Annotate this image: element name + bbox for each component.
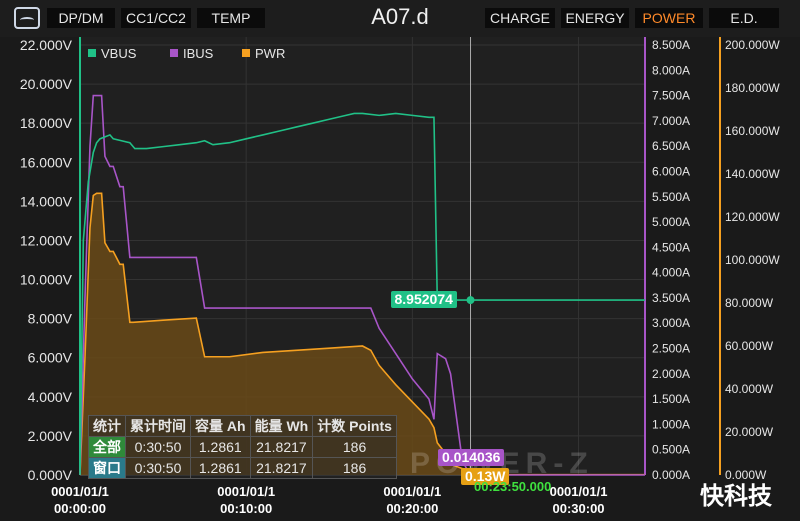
y-mid-tick-label: 7.500A bbox=[652, 89, 690, 103]
y-mid-tick-label: 1.000A bbox=[652, 417, 690, 431]
y-mid-tick-label: 1.500A bbox=[652, 392, 690, 406]
x-tick-label: 0001/01/1 bbox=[217, 484, 275, 499]
y-left-tick-label: 14.000V bbox=[20, 193, 73, 209]
y-right-tick-label: 100.000W bbox=[725, 253, 780, 267]
y-left-tick-label: 8.000V bbox=[28, 311, 73, 327]
stats-header: 能量 Wh bbox=[249, 415, 314, 437]
legend-swatch bbox=[88, 49, 96, 57]
stats-header: 累计时间 bbox=[125, 415, 191, 437]
y-left-tick-label: 2.000V bbox=[28, 428, 73, 444]
y-right-tick-label: 80.000W bbox=[725, 296, 774, 310]
y-mid-tick-label: 4.000A bbox=[652, 266, 690, 280]
legend-label: VBUS bbox=[101, 46, 137, 61]
stats-row-label: 全部 bbox=[88, 436, 126, 458]
y-mid-tick-label: 0.000A bbox=[652, 468, 690, 482]
stats-cell: 21.8217 bbox=[249, 436, 314, 458]
x-tick-label: 0001/01/1 bbox=[383, 484, 441, 499]
stats-cell: 1.2861 bbox=[190, 436, 251, 458]
y-mid-tick-label: 7.000A bbox=[652, 114, 690, 128]
y-mid-tick-label: 6.000A bbox=[652, 164, 690, 178]
stats-cell: 21.8217 bbox=[249, 457, 314, 479]
x-tick-label: 00:00:00 bbox=[54, 501, 106, 516]
cursor-vbus-label: 8.952074 bbox=[390, 291, 457, 309]
y-mid-tick-label: 5.000A bbox=[652, 215, 690, 229]
y-left-tick-label: 16.000V bbox=[20, 154, 73, 170]
y-mid-tick-label: 6.500A bbox=[652, 139, 690, 153]
y-mid-tick-label: 8.500A bbox=[652, 38, 690, 52]
legend-swatch bbox=[242, 49, 250, 57]
cursor-time-label: 00:23:50.000 bbox=[474, 479, 552, 494]
y-mid-tick-label: 8.000A bbox=[652, 63, 690, 77]
y-right-tick-label: 160.000W bbox=[725, 124, 780, 138]
legend-swatch bbox=[170, 49, 178, 57]
y-right-tick-label: 140.000W bbox=[725, 167, 780, 181]
y-mid-tick-label: 5.500A bbox=[652, 190, 690, 204]
y-right-tick-label: 200.000W bbox=[725, 38, 780, 52]
y-left-tick-label: 12.000V bbox=[20, 232, 73, 248]
x-tick-label: 00:20:00 bbox=[386, 501, 438, 516]
y-right-tick-label: 60.000W bbox=[725, 339, 774, 353]
x-tick-label: 00:10:00 bbox=[220, 501, 272, 516]
y-mid-tick-label: 2.500A bbox=[652, 342, 690, 356]
y-right-tick-label: 180.000W bbox=[725, 81, 780, 95]
x-tick-label: 0001/01/1 bbox=[550, 484, 608, 499]
stats-header: 统计 bbox=[88, 415, 126, 437]
y-mid-tick-label: 3.000A bbox=[652, 316, 690, 330]
y-left-tick-label: 6.000V bbox=[28, 350, 73, 366]
y-right-tick-label: 40.000W bbox=[725, 382, 774, 396]
y-mid-tick-label: 3.500A bbox=[652, 291, 690, 305]
y-left-tick-label: 4.000V bbox=[28, 389, 73, 405]
legend-label: IBUS bbox=[183, 46, 214, 61]
y-left-tick-label: 18.000V bbox=[20, 115, 73, 131]
y-mid-tick-label: 0.500A bbox=[652, 443, 690, 457]
stats-cell: 186 bbox=[312, 457, 397, 479]
stats-cell: 0:30:50 bbox=[125, 457, 191, 479]
x-tick-label: 0001/01/1 bbox=[51, 484, 109, 499]
x-tick-label: 00:30:00 bbox=[553, 501, 605, 516]
y-left-tick-label: 20.000V bbox=[20, 76, 73, 92]
stats-cell: 186 bbox=[312, 436, 397, 458]
y-left-tick-label: 10.000V bbox=[20, 272, 73, 288]
stats-cell: 0:30:50 bbox=[125, 436, 191, 458]
brand-watermark: 快科技 bbox=[700, 483, 772, 510]
y-left-tick-label: 22.000V bbox=[20, 37, 73, 53]
legend-label: PWR bbox=[255, 46, 285, 61]
y-mid-tick-label: 2.000A bbox=[652, 367, 690, 381]
cursor-ibus-label: 0.014036 bbox=[438, 449, 505, 466]
cursor-dot-vbus bbox=[466, 296, 475, 305]
stats-header: 计数 Points bbox=[312, 415, 397, 437]
stats-header: 容量 Ah bbox=[190, 415, 251, 437]
y-mid-tick-label: 4.500A bbox=[652, 240, 690, 254]
y-right-tick-label: 20.000W bbox=[725, 425, 774, 439]
y-right-tick-label: 120.000W bbox=[725, 210, 780, 224]
stats-cell: 1.2861 bbox=[190, 457, 251, 479]
stats-row-label: 窗口 bbox=[88, 457, 126, 479]
stats-table: 统计 累计时间 容量 Ah 能量 Wh 计数 Points 全部 0:30:50… bbox=[88, 415, 397, 479]
y-left-tick-label: 0.000V bbox=[28, 467, 73, 483]
